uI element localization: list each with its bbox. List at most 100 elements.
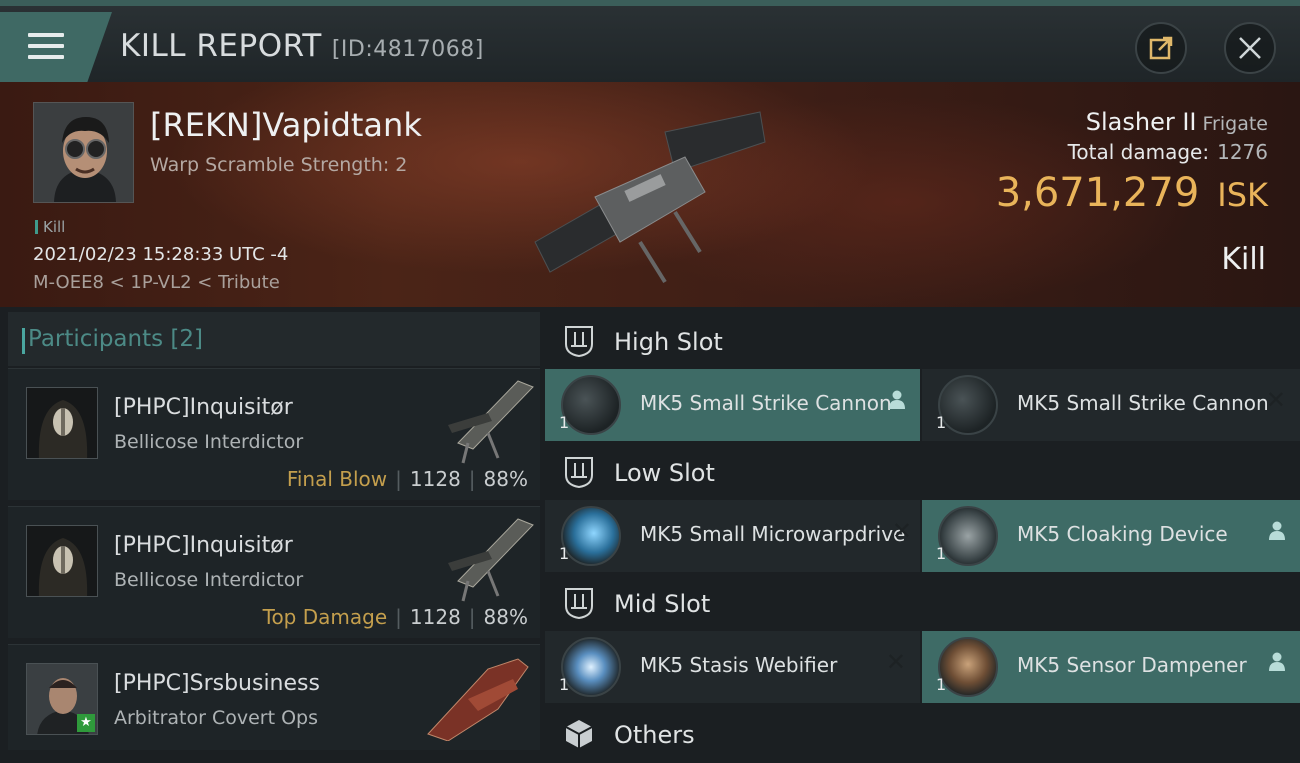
participant-tag: Top Damage — [262, 605, 388, 629]
fittings-panel: High Slot 1 MK5 Small Strike Cannon 1 MK… — [545, 312, 1300, 750]
module-name: MK5 Small Strike Cannon — [640, 391, 892, 415]
page-title: KILL REPORT [ID:4817068] — [120, 28, 484, 64]
share-button[interactable] — [1135, 22, 1187, 74]
module-item[interactable]: 1 MK5 Cloaking Device — [922, 500, 1300, 572]
victim-portrait[interactable] — [33, 102, 134, 203]
participant-stats: Final Blow | 1128 | 88% — [286, 467, 528, 491]
low-slot-label: Low Slot — [614, 459, 715, 487]
ship-class: Frigate — [1202, 113, 1268, 135]
mid-slot-header: Mid Slot — [545, 576, 1300, 632]
close-button[interactable] — [1224, 22, 1276, 74]
module-qty: 1 — [936, 413, 947, 432]
high-slot-label: High Slot — [614, 328, 723, 356]
kill-location: M-OEE8 < 1P-VL2 < Tribute — [33, 272, 280, 293]
participant-card[interactable]: [PHPC]Inquisitør Bellicose Interdictor T… — [8, 506, 540, 638]
participants-header: Participants [2] — [8, 312, 540, 366]
total-damage-value: 1276 — [1217, 140, 1268, 164]
total-damage-label: Total damage: — [1067, 140, 1210, 164]
dropped-person-icon — [1268, 520, 1286, 546]
victim-banner: [REKN]Vapidtank Warp Scramble Strength: … — [0, 82, 1300, 307]
participant-avatar — [26, 525, 98, 597]
victim-ship-image — [534, 111, 766, 284]
isk-amount: 3,671,279 — [995, 170, 1200, 216]
module-qty: 1 — [559, 413, 570, 432]
isk-value: 3,671,279 ISK — [996, 170, 1268, 216]
module-name: MK5 Small Microwarpdrive — [640, 522, 906, 546]
header-bar: KILL REPORT [ID:4817068] — [0, 0, 1300, 82]
others-label: Others — [614, 721, 695, 749]
title-text: KILL REPORT — [120, 28, 322, 64]
stasis-webifier-icon — [561, 637, 621, 697]
participant-name: [PHPC]Inquisitør — [114, 395, 293, 420]
victim-subtitle: Warp Scramble Strength: 2 — [150, 154, 408, 176]
kill-timestamp: 2021/02/23 15:28:33 UTC -4 — [33, 244, 289, 265]
module-item[interactable]: 1 MK5 Sensor Dampener — [922, 631, 1300, 703]
kill-result: Kill — [1221, 242, 1266, 277]
destroyed-x-icon: ✕ — [1265, 386, 1286, 414]
others-header: Others — [545, 707, 1300, 763]
cloaking-device-icon — [938, 506, 998, 566]
victim-name[interactable]: [REKN]Vapidtank — [150, 106, 422, 144]
menu-button[interactable] — [0, 12, 112, 82]
module-name: MK5 Stasis Webifier — [640, 653, 838, 677]
sensor-dampener-icon — [938, 637, 998, 697]
participants-label: Participants [2] — [21, 326, 204, 354]
participant-ship: Bellicose Interdictor — [114, 569, 304, 591]
strike-cannon-icon — [938, 375, 998, 435]
high-slot-header: High Slot — [545, 314, 1300, 370]
module-item[interactable]: 1 MK5 Small Microwarpdrive ✕ — [545, 500, 920, 572]
participants-text: Participants — [28, 326, 164, 352]
participant-ship-image — [427, 658, 529, 741]
ship-name-text: Slasher II — [1085, 108, 1197, 136]
microwarpdrive-icon — [561, 506, 621, 566]
module-item[interactable]: 1 MK5 Stasis Webifier ✕ — [545, 631, 920, 703]
report-id: [ID:4817068] — [331, 37, 484, 62]
participant-damage: 1128 — [409, 605, 461, 629]
participant-avatar — [26, 387, 98, 459]
kill-tag: Kill — [35, 218, 65, 236]
participant-ship-image — [448, 518, 534, 602]
module-qty: 1 — [559, 675, 570, 694]
destroyed-x-icon: ✕ — [891, 517, 912, 545]
star-badge-icon: ★ — [77, 714, 95, 732]
pilot-avatar — [34, 103, 133, 202]
module-qty: 1 — [936, 675, 947, 694]
participant-card[interactable]: [PHPC]Inquisitør Bellicose Interdictor F… — [8, 368, 540, 500]
participant-ship: Bellicose Interdictor — [114, 431, 304, 453]
destroyed-x-icon: ✕ — [885, 648, 906, 676]
module-name: MK5 Small Strike Cannon — [1017, 391, 1269, 415]
participant-name: [PHPC]Inquisitør — [114, 533, 293, 558]
mid-slot-icon — [565, 588, 593, 620]
module-item[interactable]: 1 MK5 Small Strike Cannon ✕ — [922, 369, 1300, 441]
share-icon — [1149, 36, 1173, 60]
module-name: MK5 Sensor Dampener — [1017, 653, 1247, 677]
participant-stats: Top Damage | 1128 | 88% — [262, 605, 528, 629]
participant-ship: Arbitrator Covert Ops — [114, 707, 319, 729]
total-damage: Total damage: 1276 — [1068, 140, 1268, 164]
participant-name: [PHPC]Srsbusiness — [114, 671, 320, 696]
participant-avatar: ★ — [26, 663, 98, 735]
dropped-person-icon — [888, 389, 906, 415]
participant-card[interactable]: ★ [PHPC]Srsbusiness Arbitrator Covert Op… — [8, 644, 540, 750]
participant-damage: 1128 — [409, 467, 461, 491]
participant-tag: Final Blow — [286, 467, 388, 491]
close-icon — [1239, 37, 1261, 59]
isk-unit: ISK — [1217, 176, 1268, 214]
participants-count: [2] — [170, 326, 204, 352]
victim-ship[interactable]: Slasher II Frigate — [1086, 108, 1268, 136]
high-slot-icon — [565, 326, 593, 358]
mid-slot-label: Mid Slot — [614, 590, 711, 618]
module-qty: 1 — [936, 544, 947, 563]
participant-percent: 88% — [483, 467, 528, 491]
participant-ship-image — [448, 380, 534, 464]
module-name: MK5 Cloaking Device — [1017, 522, 1228, 546]
strike-cannon-icon — [561, 375, 621, 435]
module-item[interactable]: 1 MK5 Small Strike Cannon — [545, 369, 920, 441]
low-slot-header: Low Slot — [545, 445, 1300, 501]
hamburger-icon — [28, 33, 64, 61]
cube-icon — [565, 720, 593, 748]
module-qty: 1 — [559, 544, 570, 563]
participant-percent: 88% — [483, 605, 528, 629]
low-slot-icon — [565, 457, 593, 489]
dropped-person-icon — [1268, 651, 1286, 677]
